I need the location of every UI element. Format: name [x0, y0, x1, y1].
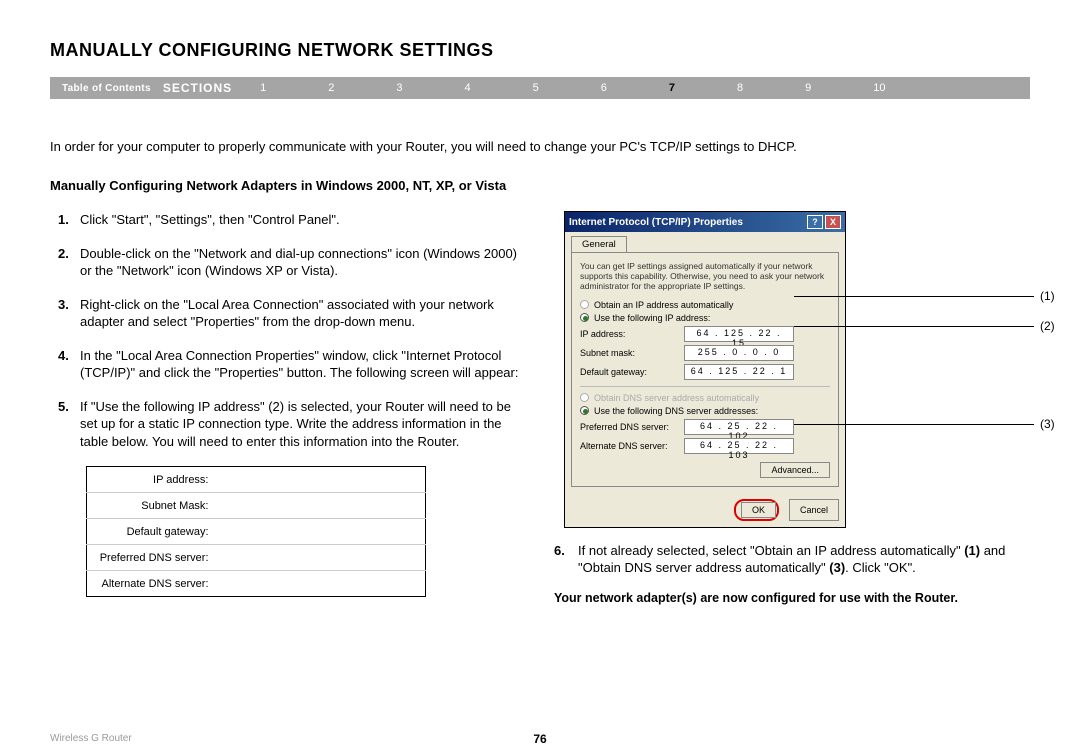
step-number: 4. — [58, 347, 80, 382]
table-label: Default gateway: — [87, 519, 217, 545]
table-label: IP address: — [87, 467, 217, 493]
table-cell[interactable] — [217, 467, 426, 493]
footer-product-name: Wireless G Router — [50, 733, 132, 744]
table-cell[interactable] — [217, 519, 426, 545]
subnet-mask-label: Subnet mask: — [580, 348, 680, 358]
callout-2: (2) — [1034, 319, 1055, 333]
callout-3: (3) — [1034, 417, 1055, 431]
nav-item-9[interactable]: 9 — [805, 82, 811, 94]
table-label: Preferred DNS server: — [87, 545, 217, 571]
help-icon[interactable]: ? — [807, 215, 823, 229]
table-cell[interactable] — [217, 493, 426, 519]
subheading: Manually Configuring Network Adapters in… — [50, 178, 1030, 193]
nav-item-5[interactable]: 5 — [533, 82, 539, 94]
nav-item-8[interactable]: 8 — [737, 82, 743, 94]
advanced-button[interactable]: Advanced... — [760, 462, 830, 478]
preferred-dns-label: Preferred DNS server: — [580, 422, 680, 432]
preferred-dns-input[interactable]: 64 . 25 . 22 . 102 — [684, 419, 794, 435]
radio-icon[interactable] — [580, 406, 589, 415]
alternate-dns-input[interactable]: 64 . 25 . 22 . 103 — [684, 438, 794, 454]
nav-sections-label: SECTIONS — [163, 81, 260, 95]
default-gateway-label: Default gateway: — [580, 367, 680, 377]
radio-obtain-ip-auto[interactable]: Obtain an IP address automatically — [594, 300, 733, 310]
step-text: Double-click on the "Network and dial-up… — [80, 245, 530, 280]
nav-item-4[interactable]: 4 — [465, 82, 471, 94]
ok-button[interactable]: OK — [741, 502, 776, 518]
default-gateway-input[interactable]: 64 . 125 . 22 . 1 — [684, 364, 794, 380]
nav-item-10[interactable]: 10 — [873, 82, 885, 94]
ip-address-label: IP address: — [580, 329, 680, 339]
alternate-dns-label: Alternate DNS server: — [580, 441, 680, 451]
radio-icon[interactable] — [580, 300, 589, 309]
ip-address-input[interactable]: 64 . 125 . 22 . 15 — [684, 326, 794, 342]
page-title: MANUALLY CONFIGURING NETWORK SETTINGS — [50, 40, 1030, 61]
callout-1: (1) — [1034, 289, 1055, 303]
step-text: Click "Start", "Settings", then "Control… — [80, 211, 530, 229]
close-icon[interactable]: X — [825, 215, 841, 229]
table-label: Subnet Mask: — [87, 493, 217, 519]
address-entry-table: IP address: Subnet Mask: Default gateway… — [86, 466, 426, 597]
intro-paragraph: In order for your computer to properly c… — [50, 139, 1030, 154]
nav-item-3[interactable]: 3 — [396, 82, 402, 94]
radio-obtain-dns-auto: Obtain DNS server address automatically — [594, 393, 759, 403]
page-number: 76 — [533, 732, 546, 746]
step-number: 3. — [58, 296, 80, 331]
table-label: Alternate DNS server: — [87, 571, 217, 597]
step-text: In the "Local Area Connection Properties… — [80, 347, 530, 382]
step-number: 6. — [554, 542, 578, 577]
nav-numbers: 1 2 3 4 5 6 7 8 9 10 — [260, 82, 885, 94]
dialog-title: Internet Protocol (TCP/IP) Properties — [569, 217, 743, 228]
radio-use-following-ip[interactable]: Use the following IP address: — [594, 313, 710, 323]
radio-use-following-dns[interactable]: Use the following DNS server addresses: — [594, 406, 758, 416]
step-number: 1. — [58, 211, 80, 229]
cancel-button[interactable]: Cancel — [789, 499, 839, 521]
dialog-intro: You can get IP settings assigned automat… — [580, 261, 830, 292]
subnet-mask-input[interactable]: 255 . 0 . 0 . 0 — [684, 345, 794, 361]
nav-item-1[interactable]: 1 — [260, 82, 266, 94]
nav-toc[interactable]: Table of Contents — [50, 83, 163, 94]
step-text: If "Use the following IP address" (2) is… — [80, 398, 530, 451]
step-number: 2. — [58, 245, 80, 280]
tcpip-properties-dialog: Internet Protocol (TCP/IP) Properties ? … — [564, 211, 846, 528]
radio-icon[interactable] — [580, 313, 589, 322]
confirmation-text: Your network adapter(s) are now configur… — [554, 591, 1030, 605]
section-nav-bar: Table of Contents SECTIONS 1 2 3 4 5 6 7… — [50, 77, 1030, 99]
nav-item-7[interactable]: 7 — [669, 82, 675, 94]
step-text: If not already selected, select "Obtain … — [578, 542, 1030, 577]
nav-item-2[interactable]: 2 — [328, 82, 334, 94]
step-number: 5. — [58, 398, 80, 451]
tab-general[interactable]: General — [571, 236, 627, 252]
radio-icon[interactable] — [580, 393, 589, 402]
step-text: Right-click on the "Local Area Connectio… — [80, 296, 530, 331]
nav-item-6[interactable]: 6 — [601, 82, 607, 94]
table-cell[interactable] — [217, 571, 426, 597]
table-cell[interactable] — [217, 545, 426, 571]
